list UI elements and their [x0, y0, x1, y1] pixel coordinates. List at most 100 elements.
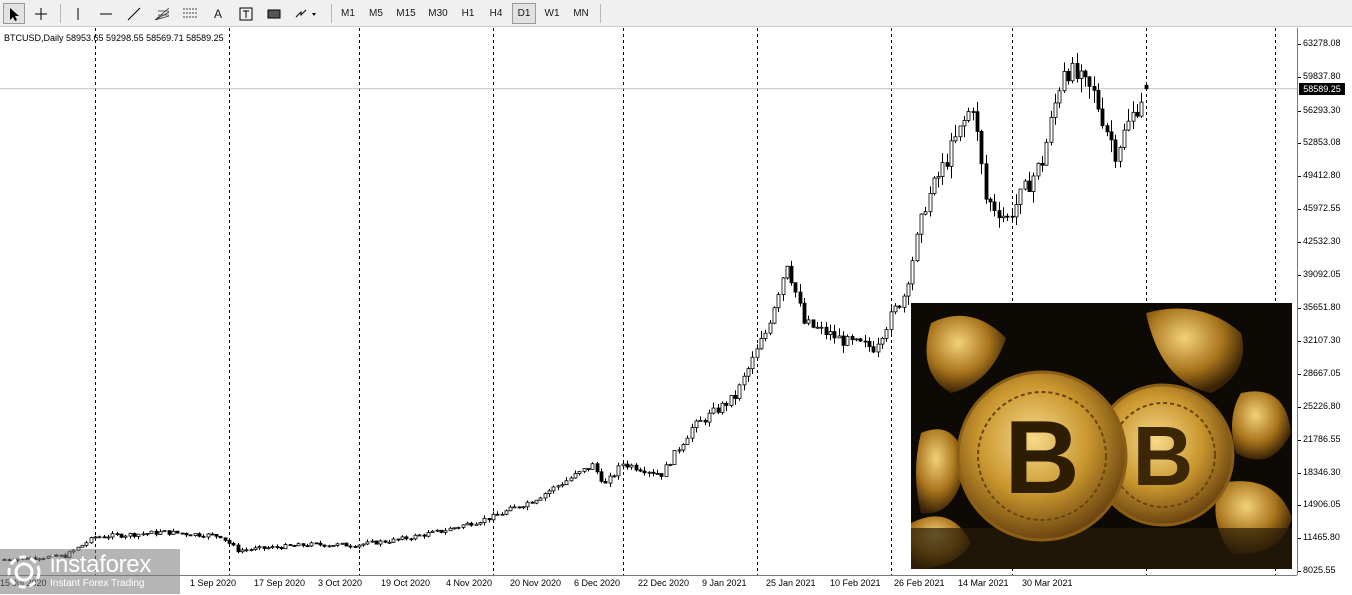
- candle: [430, 529, 435, 534]
- candle: [491, 511, 496, 523]
- candle: [573, 470, 578, 479]
- candle: [1105, 123, 1110, 137]
- candle: [569, 476, 574, 482]
- candle: [824, 322, 829, 340]
- candle: [500, 512, 505, 516]
- price-tick-mark: [1298, 110, 1301, 112]
- price-tick-label: 21786.55: [1303, 433, 1341, 444]
- candle: [612, 474, 617, 478]
- timeframe-m1-button[interactable]: M1: [336, 3, 360, 24]
- candle: [231, 542, 236, 547]
- timeframe-m5-button[interactable]: M5: [364, 3, 388, 24]
- candle: [517, 506, 522, 509]
- vertical-line-icon[interactable]: [67, 3, 89, 24]
- price-tick-mark: [1298, 76, 1301, 78]
- candle: [387, 539, 392, 544]
- timeframe-m30-button[interactable]: M30: [424, 3, 452, 24]
- candle: [815, 322, 820, 329]
- price-axis[interactable]: 63278.08 59837.80 56293.30 52853.08 49412.80…: [1297, 28, 1352, 575]
- candle: [188, 534, 193, 537]
- time-tick-label: 10 Feb 2021: [830, 578, 881, 588]
- candle: [850, 334, 855, 345]
- candle: [1027, 171, 1032, 192]
- candle: [409, 537, 414, 542]
- candle: [504, 509, 509, 516]
- candle: [707, 409, 712, 427]
- timeframe-h4-button[interactable]: H4: [484, 3, 508, 24]
- candle: [331, 545, 336, 547]
- time-tick-label: 1 Sep 2020: [190, 578, 237, 588]
- candle: [733, 390, 738, 405]
- arrows-icon[interactable]: [291, 3, 323, 24]
- cursor-arrow-icon[interactable]: [3, 3, 25, 24]
- candle: [154, 529, 159, 537]
- timeframe-h1-button[interactable]: H1: [456, 3, 480, 24]
- candle: [902, 293, 907, 313]
- price-tick-label: 63278.08: [1303, 38, 1341, 48]
- candle: [227, 539, 232, 545]
- candle: [793, 282, 798, 298]
- candle: [422, 533, 427, 539]
- candle: [521, 505, 526, 510]
- candle: [1109, 120, 1114, 153]
- price-tick-label: 56293.30: [1303, 104, 1341, 115]
- candle: [201, 534, 206, 539]
- candle: [1122, 123, 1127, 150]
- candle: [677, 447, 682, 454]
- time-tick-label: 25 Jan 2021: [766, 578, 816, 588]
- timeframe-m15-button[interactable]: M15: [392, 3, 420, 24]
- candle: [720, 401, 725, 415]
- price-tick-label: 14906.05: [1303, 499, 1341, 510]
- candle: [928, 186, 933, 217]
- candle: [145, 533, 150, 537]
- candle: [923, 207, 928, 216]
- time-axis[interactable]: 15 Jul 20201 Sep 202017 Sep 20203 Oct 20…: [0, 575, 1297, 595]
- time-tick-label: 26 Feb 2021: [894, 578, 945, 588]
- candle: [193, 533, 198, 537]
- price-tick-mark: [1298, 505, 1301, 507]
- candle: [629, 463, 634, 470]
- fibonacci-fan-icon[interactable]: [151, 3, 173, 24]
- fibonacci-retracement-icon[interactable]: [179, 3, 201, 24]
- price-tick-label: 45972.55: [1303, 203, 1341, 214]
- candle: [400, 535, 405, 541]
- candle: [288, 544, 293, 547]
- text-label-icon[interactable]: [235, 3, 257, 24]
- timeframe-mn-button[interactable]: MN: [568, 3, 594, 24]
- price-tick-label: 39092.05: [1303, 268, 1341, 279]
- price-tick-mark: [1298, 341, 1301, 343]
- candle: [305, 543, 310, 548]
- rectangle-icon[interactable]: [263, 3, 285, 24]
- candle: [638, 467, 643, 473]
- candle: [396, 538, 401, 542]
- candle: [1044, 138, 1049, 166]
- timeframe-d1-button[interactable]: D1: [512, 3, 536, 24]
- price-tick-mark: [1298, 176, 1301, 178]
- candle: [240, 547, 245, 554]
- candle: [461, 524, 466, 530]
- candle: [763, 329, 768, 342]
- crosshair-icon[interactable]: [30, 3, 52, 24]
- candle: [703, 418, 708, 426]
- candle: [737, 383, 742, 401]
- candle: [742, 372, 747, 391]
- candle: [772, 306, 777, 325]
- candle: [1092, 76, 1097, 104]
- price-tick-label: 18346.30: [1303, 466, 1341, 477]
- candle: [876, 337, 881, 358]
- candle: [906, 281, 911, 305]
- horizontal-line-icon[interactable]: [95, 3, 117, 24]
- candle: [664, 461, 669, 477]
- candle: [685, 435, 690, 445]
- candle: [456, 526, 461, 530]
- candle: [435, 529, 440, 532]
- candle: [863, 334, 868, 348]
- candle: [344, 542, 349, 547]
- candle: [262, 546, 267, 551]
- trendline-icon[interactable]: [123, 3, 145, 24]
- text-icon[interactable]: A: [207, 3, 229, 24]
- candle: [590, 462, 595, 470]
- timeframe-w1-button[interactable]: W1: [540, 3, 564, 24]
- candle: [508, 505, 513, 512]
- price-tick-mark: [1298, 406, 1301, 408]
